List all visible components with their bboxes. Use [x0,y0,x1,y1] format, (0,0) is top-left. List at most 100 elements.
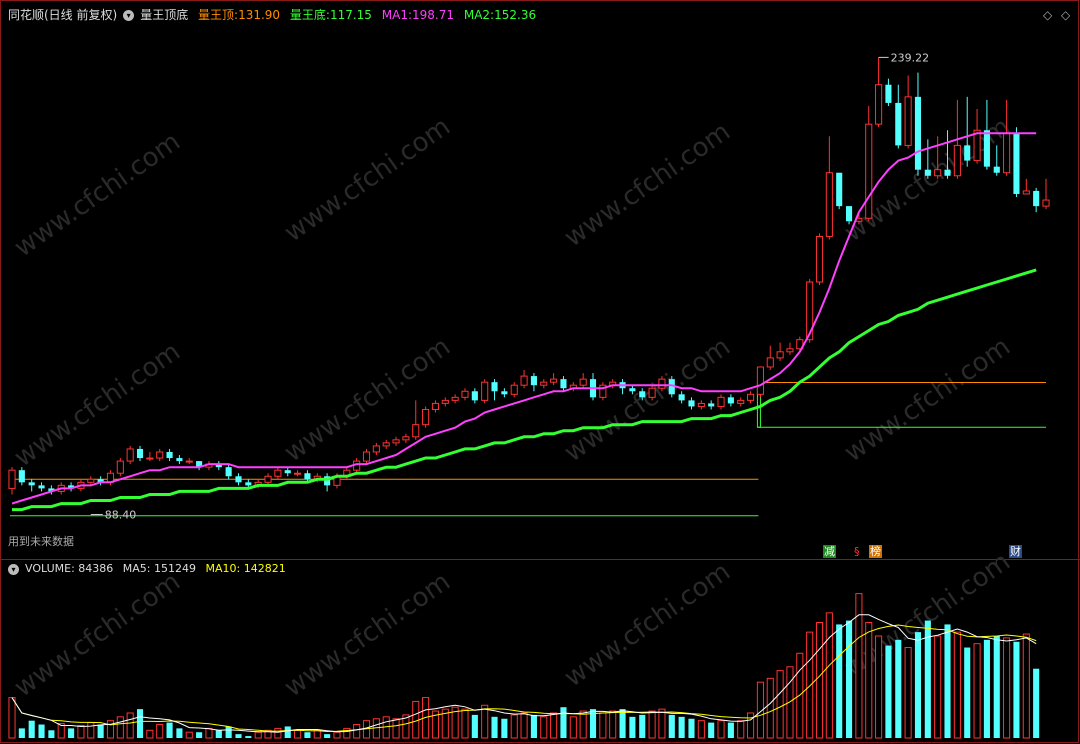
main-header: 同花顺(日线 前复权) ▾ 量王顶底 量王顶:131.90 量王底:117.15 M… [8,6,542,24]
candle-body [737,399,745,404]
badge-section[interactable]: § [853,545,861,558]
volume-bar [8,697,16,739]
candle-body [658,378,666,389]
volume-bar [87,722,95,739]
volume-bar [875,635,883,739]
volume-bar [274,727,282,739]
badge-reduce[interactable]: 减 [823,545,836,558]
volume-bar [579,710,587,739]
candle-body [18,470,25,483]
volume-bar [904,647,912,739]
candle-body [156,451,164,459]
volume-bar [18,728,25,738]
candle-body [126,448,134,462]
candle-body [166,451,173,459]
top-legend: 量王顶:131.90 [198,8,280,22]
candle-body [815,235,824,283]
volume-dropdown-icon[interactable]: ▾ [8,563,19,575]
volume-bar [964,647,971,738]
ma1-label: MA1: [381,8,413,22]
volume-bar [953,631,961,739]
candle-body [274,469,282,477]
volume-bar [235,734,242,738]
volume-label: VOLUME: [25,562,75,575]
volume-bar [333,731,341,739]
candle-body [953,144,961,177]
volume-bar [126,712,134,739]
candle-body [766,357,774,368]
candle-body [550,378,558,383]
candle-body [786,348,794,353]
candle-body [38,485,45,489]
candle-body [697,402,705,407]
volume-bar [550,712,558,739]
candle-body [727,397,734,404]
candle-body [8,469,16,489]
low-price-label: 88.40 [105,509,136,522]
volume-bar [501,718,508,738]
candle-body [776,351,784,359]
candle-body [431,402,440,410]
volume-bar [1003,637,1011,739]
ma1-value: 198.71 [412,8,455,22]
candle-body [422,408,430,426]
volume-bar [97,724,104,738]
volume-bar [38,724,45,738]
candle-body [146,457,154,460]
volume-bar [629,716,636,738]
candle-body [836,172,843,207]
badge-list[interactable]: 榜 [869,545,882,558]
volume-bar [510,714,518,739]
candle-body [825,172,833,237]
stock-title[interactable]: 同花顺(日线 前复权) [8,8,117,22]
volume-bar [530,714,537,738]
candle-body [185,460,193,463]
ma1-legend: MA1:198.71 [382,8,454,22]
candle-body [294,472,302,475]
volume-bar [983,639,990,738]
candle-body [510,384,518,395]
candle-body [944,169,951,176]
volume-bar [225,726,232,738]
candle-body [176,458,183,462]
volume-bar [815,622,824,739]
volume-bar [639,714,646,738]
candle-body [688,400,695,407]
badge-finance[interactable]: 财 [1009,545,1022,558]
candle-body [747,393,755,401]
volume-bar [205,727,213,739]
candlestick-chart[interactable]: 239.22 88.40 [0,0,1080,744]
ma1-line [11,132,1037,505]
settings-diamond-icon[interactable]: ◇ [1043,8,1052,22]
top-label: 量王顶: [198,8,239,22]
candle-body [136,448,144,459]
high-price-label: 239.22 [891,51,930,64]
candle-body [392,439,400,444]
candle-body [983,130,990,167]
ma2-label: MA2: [463,8,495,22]
dropdown-circle-icon[interactable]: ▾ [123,10,135,21]
volume-bar [766,677,774,739]
volume-bar [658,708,666,739]
ma10-label: MA10: [205,562,241,575]
volume-bar [343,727,351,739]
volume-bar [68,728,75,738]
volume-bar [146,729,154,739]
candle-body [481,381,489,401]
volume-bar [156,724,164,739]
volume-bar [353,724,361,739]
volume-bar [254,731,262,739]
volume-bar [885,645,892,738]
candle-body [708,403,715,407]
volume-bar [688,718,695,738]
ma5-value: 151249 [154,562,197,575]
candle-body [491,382,498,392]
volume-bar [895,639,902,738]
volume-bar [284,726,291,738]
volume-bar [619,709,626,738]
candle-body [560,379,567,389]
candle-body [1042,199,1050,207]
volume-bar [569,716,577,739]
expand-diamond-icon[interactable]: ◇ [1061,8,1070,22]
indicator-name[interactable]: 量王顶底 [140,8,188,22]
